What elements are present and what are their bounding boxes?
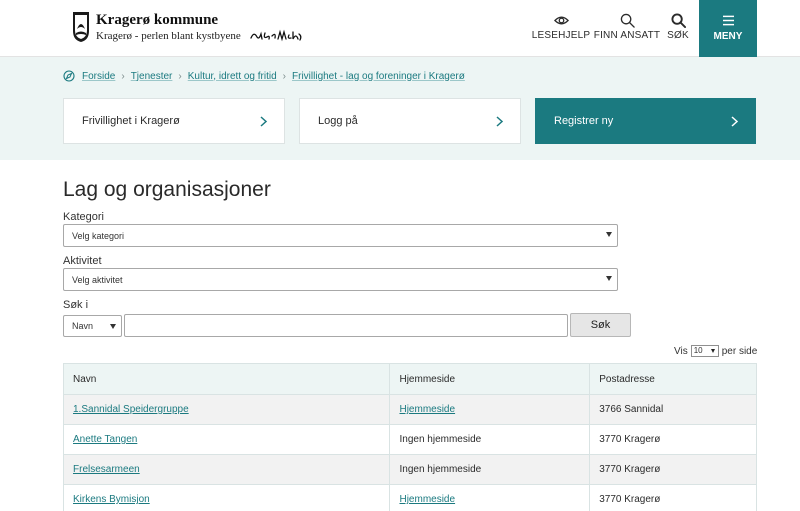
chevron-right-icon [731,115,739,127]
aktivitet-select-value: Velg aktivitet [72,274,123,285]
site-tagline: Kragerø - perlen blant kystbyene [96,30,241,42]
search-icon [620,13,635,28]
postal-address-cell: 3770 Kragerø [589,484,757,511]
menu-button[interactable]: MENY [699,0,757,57]
logg-pa-card-label: Logg på [318,115,358,127]
aktivitet-label: Aktivitet [63,255,102,267]
org-name-cell: Frelsesarmeen [62,454,391,485]
hamburger-icon [722,15,734,26]
column-header-postadresse[interactable]: Postadresse [589,363,757,395]
frivillighet-card[interactable]: Frivillighet i Kragerø [63,98,285,144]
site-title[interactable]: Kragerø kommune [96,12,218,29]
logg-pa-card[interactable]: Logg på [299,98,521,144]
table-row: Kirkens Bymisjon Hjemmeside 3770 Kragerø [62,484,757,511]
search-button[interactable]: Søk [570,313,631,337]
org-name-link[interactable]: Anette Tangen [73,434,137,445]
caret-down-icon [110,324,116,329]
table-header-row: Navn Hjemmeside Postadresse [62,363,757,395]
caret-down-icon [606,276,612,281]
search-field-select-value: Navn [72,321,94,331]
postal-address-cell: 3766 Sannidal [589,394,757,425]
homepage-cell: Hjemmeside [389,484,591,511]
kategori-select-value: Velg kategori [72,230,125,241]
per-page-value: 10 [693,346,703,355]
per-page-select[interactable]: 10 [690,345,719,357]
org-name-cell: Kirkens Bymisjon [62,484,391,511]
homepage-cell: Ingen hjemmeside [389,424,591,455]
breadcrumb-forside[interactable]: Forside [82,71,115,82]
postal-address-cell: 3770 Kragerø [589,454,757,485]
search-field-select[interactable]: Navn [63,315,122,337]
per-page-control: Vis 10 per side [674,345,757,357]
sok-label: SØK [667,30,689,41]
site-header: Kragerø kommune Kragerø - perlen blant k… [0,0,800,57]
org-name-cell: 1.Sannidal Speidergruppe [62,394,391,425]
org-name-cell: Anette Tangen [62,424,391,455]
search-icon [670,13,686,28]
kategori-select[interactable]: Velg kategori [63,224,618,247]
kategori-label: Kategori [63,211,104,223]
org-name-link[interactable]: 1.Sannidal Speidergruppe [73,404,189,415]
breadcrumb-separator: › [121,70,125,82]
breadcrumb-separator: › [178,70,182,82]
coat-of-arms-icon[interactable] [71,11,91,43]
eye-icon [553,16,569,25]
breadcrumb: Forside › Tjenester › Kultur, idrett og … [63,70,465,82]
registrer-ny-card-label: Registrer ny [554,115,614,127]
column-header-navn[interactable]: Navn [62,363,391,395]
search-input[interactable] [124,314,568,337]
breadcrumb-tjenester[interactable]: Tjenester [131,71,173,82]
column-header-hjemmeside[interactable]: Hjemmeside [389,363,591,395]
table-row: 1.Sannidal Speidergruppe Hjemmeside 3766… [62,394,757,425]
table-row: Frelsesarmeen Ingen hjemmeside 3770 Krag… [62,454,757,485]
lesehjelp-button[interactable]: LESEHJELP [531,0,591,57]
sok-button[interactable]: SØK [664,0,692,57]
finn-ansatt-label: FINN ANSATT [593,30,661,41]
sok-i-label: Søk i [63,299,89,311]
homepage-cell: Hjemmeside [389,394,591,425]
chevron-right-icon [496,115,504,127]
finn-ansatt-button[interactable]: FINN ANSATT [593,0,661,57]
aktivitet-select[interactable]: Velg aktivitet [63,268,618,291]
compass-icon [63,70,75,82]
page-title: Lag og organisasjoner [63,178,271,201]
per-page-prefix: Vis [674,345,688,357]
homepage-cell: Ingen hjemmeside [389,454,591,485]
per-page-suffix: per side [721,345,758,357]
registrer-ny-card[interactable]: Registrer ny [535,98,756,144]
postal-address-cell: 3770 Kragerø [589,424,757,455]
chevron-right-icon [260,115,268,127]
breadcrumb-kultur[interactable]: Kultur, idrett og fritid [188,71,277,82]
lesehjelp-label: LESEHJELP [531,30,591,41]
org-name-link[interactable]: Kirkens Bymisjon [73,494,150,505]
breadcrumb-separator: › [282,70,287,82]
signature-logo [250,29,302,42]
frivillighet-card-label: Frivillighet i Kragerø [82,115,180,127]
homepage-link[interactable]: Hjemmeside [399,494,455,505]
menu-label: MENY [713,31,743,42]
table-row: Anette Tangen Ingen hjemmeside 3770 Krag… [62,424,757,455]
breadcrumb-frivillighet[interactable]: Frivillighet - lag og foreninger i Krage… [292,71,465,82]
org-name-link[interactable]: Frelsesarmeen [73,464,140,475]
caret-down-icon [710,349,715,353]
homepage-link[interactable]: Hjemmeside [399,404,455,415]
caret-down-icon [606,232,612,237]
organizations-table: Navn Hjemmeside Postadresse 1.Sannidal S… [62,363,757,511]
